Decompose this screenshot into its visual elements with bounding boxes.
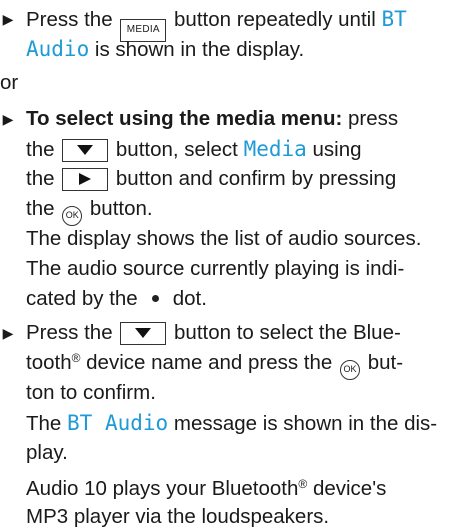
text: device's — [312, 477, 387, 500]
step3-line1: Press the button to select the Blue- — [26, 318, 401, 348]
display-text: BT — [381, 7, 407, 31]
registered-mark: ® — [71, 351, 81, 365]
bullet-icon — [0, 104, 16, 134]
text: using — [312, 138, 362, 161]
step2-line1: To select using the media menu: press — [26, 104, 398, 134]
text: cated by the — [26, 287, 138, 310]
arrow-down-key-icon — [120, 322, 167, 345]
step2-line7: cated by the dot. — [26, 284, 207, 314]
arrow-down-key-icon — [62, 139, 109, 162]
ok-button-icon: OK — [340, 360, 361, 380]
step1-line2: Audio is shown in the display. — [26, 34, 304, 65]
text: Press the — [26, 321, 113, 344]
ok-button-icon: OK — [62, 206, 83, 226]
text: button to select the Blue- — [174, 321, 401, 344]
arrow-right-key-icon — [62, 168, 109, 191]
bullet-icon — [0, 318, 16, 348]
step3-line5: play. — [26, 441, 68, 464]
step2-line3: the button and confirm by pressing — [26, 164, 396, 194]
text: button and confirm by pressing — [115, 167, 397, 190]
text: Audio 10 plays your Bluetooth — [26, 477, 299, 500]
step2-line6: The audio source currently playing is in… — [26, 257, 405, 280]
step3-line2: tooth® device name and press the OK but- — [26, 348, 403, 380]
text: the — [26, 138, 55, 161]
dot-icon — [151, 295, 159, 302]
text: the — [26, 167, 55, 190]
step2-line2: the button, select Media using — [26, 134, 362, 165]
display-text: Audio — [26, 37, 90, 61]
text: button, select — [115, 138, 238, 161]
display-text: BT Audio — [67, 411, 169, 435]
step3-line3: ton to confirm. — [26, 381, 156, 404]
bold-heading: To select using the media menu: — [26, 107, 343, 130]
instructions-page: Press the MEDIA button repeatedly until … — [0, 0, 469, 530]
text: button repeatedly until — [174, 8, 376, 31]
step2-line4: the OK button. — [26, 194, 153, 226]
text: Press the — [26, 8, 113, 31]
text: dot. — [172, 287, 207, 310]
text: is shown in the display. — [94, 38, 305, 61]
text: device name and press the — [86, 351, 333, 374]
display-text: Media — [243, 137, 307, 161]
or-separator: or — [0, 71, 19, 94]
text: press — [348, 107, 399, 130]
registered-mark: ® — [298, 477, 308, 491]
step2-line5: The display shows the list of audio sour… — [26, 227, 422, 250]
text: but- — [367, 351, 404, 374]
text: button. — [89, 197, 153, 220]
step3-line4: The BT Audio message is shown in the dis… — [26, 408, 437, 439]
text: message is shown in the dis- — [173, 412, 438, 435]
text: tooth — [26, 351, 72, 374]
bullet-icon — [0, 4, 16, 34]
step3-line7: MP3 player via the loudspeakers. — [26, 505, 330, 528]
step3-line6: Audio 10 plays your Bluetooth® device's — [26, 474, 386, 504]
text: the — [26, 197, 55, 220]
text: The — [26, 412, 62, 435]
